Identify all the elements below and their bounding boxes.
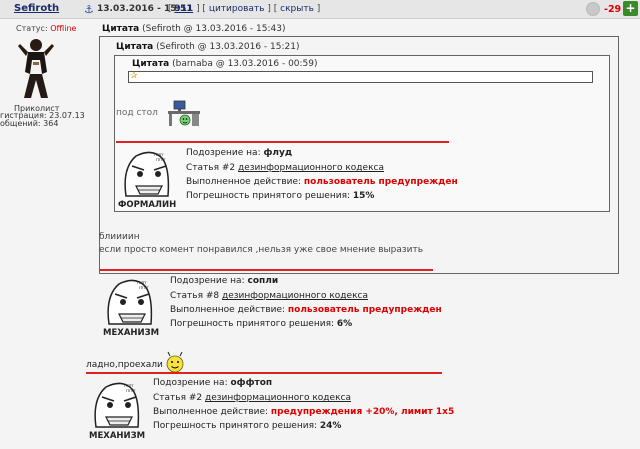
error-label: Погрешность принятого решения: xyxy=(153,421,318,431)
bracket-mid: ] [ xyxy=(196,4,206,14)
desk-smiley-icon xyxy=(168,100,200,126)
quote-header-1: Цитата (Sefiroth @ 13.03.2016 - 15:43) xyxy=(102,24,285,34)
warning-article: Статья #2 дезинформационного кодекса xyxy=(153,393,351,403)
warning-divider xyxy=(99,269,433,271)
quote-header-3: Цитата (barnaba @ 13.03.2016 - 00:59) xyxy=(132,59,318,69)
suspicion-value: флуд xyxy=(263,148,293,158)
action-label: Выполненное действие: xyxy=(170,305,286,315)
suspicion-label: Подозрение на: xyxy=(170,276,245,286)
warning-error: Погрешность принятого решения: 6% xyxy=(170,319,352,329)
post-rating: -29 xyxy=(604,4,622,15)
article-prefix: Статья #2 xyxy=(186,163,236,173)
article-link[interactable]: дезинформационного кодекса xyxy=(205,393,351,403)
moderator-badge: МЕХАНИЗМ xyxy=(103,328,160,338)
post-number-link[interactable]: 911 xyxy=(174,4,193,14)
warning-action: Выполненное действие: предупреждения +20… xyxy=(153,407,454,417)
moderator-badge: ФОРМАЛИН xyxy=(118,200,177,210)
quote-text: если просто комент понравился ,нельзя уж… xyxy=(99,245,424,255)
svg-text:rrrrrr: rrrrrr xyxy=(156,157,166,162)
suspicion-label: Подозрение на: xyxy=(186,148,261,158)
warning-action: Выполненное действие: пользователь преду… xyxy=(170,305,442,315)
quote-label: Цитата xyxy=(116,42,154,52)
quote-text: блиииин xyxy=(99,232,140,242)
article-prefix: Статья #2 xyxy=(153,393,203,403)
bracket-open: [ xyxy=(168,4,172,14)
quote-meta: (Sefiroth @ 13.03.2016 - 15:21) xyxy=(156,42,300,52)
action-value: предупреждения +20%, лимит 1х5 xyxy=(270,407,455,417)
error-label: Погрешность принятого решения: xyxy=(170,319,335,329)
warning-error: Погрешность принятого решения: 24% xyxy=(153,421,341,431)
warning-suspicion: Подозрение на: оффтоп xyxy=(153,378,272,388)
bracket-close: ] xyxy=(316,4,321,14)
error-value: 6% xyxy=(336,319,353,329)
warning-error: Погрешность принятого решения: 15% xyxy=(186,191,374,201)
avatar xyxy=(18,39,54,98)
quote-label: Цитата xyxy=(102,24,140,34)
warning-article: Статья #2 дезинформационного кодекса xyxy=(186,163,384,173)
plus-vote-button[interactable]: + xyxy=(623,1,638,16)
warning-suspicion: Подозрение на: флуд xyxy=(186,148,292,158)
quote-header-2: Цитата (Sefiroth @ 13.03.2016 - 15:21) xyxy=(116,42,299,52)
bracket-mid: ] [ xyxy=(267,4,278,14)
suspicion-value: сопли xyxy=(247,276,279,286)
error-value: 15% xyxy=(352,191,375,201)
warning-action: Выполненное действие: пользователь преду… xyxy=(186,177,458,187)
article-link[interactable]: дезинформационного кодекса xyxy=(222,291,368,301)
suspicion-label: Подозрение на: xyxy=(153,378,228,388)
quote-meta: (barnaba @ 13.03.2016 - 00:59) xyxy=(172,59,318,69)
status-value: Offline xyxy=(50,24,77,33)
star-icon: ✰ xyxy=(130,71,138,81)
svg-text:rrrrrr: rrrrrr xyxy=(126,388,136,393)
error-value: 24% xyxy=(319,421,342,431)
action-label: Выполненное действие: xyxy=(153,407,269,417)
action-value: пользователь предупрежден xyxy=(287,305,442,315)
moderator-badge: МЕХАНИЗМ xyxy=(89,431,146,441)
status-label: Статус: xyxy=(16,24,48,33)
warning-article: Статья #8 дезинформационного кодекса xyxy=(170,291,368,301)
warning-divider xyxy=(116,141,449,143)
anchor-icon[interactable]: ⚓ xyxy=(84,3,94,16)
minus-vote-button[interactable] xyxy=(586,2,600,16)
user-messages: общений: 364 xyxy=(0,119,59,128)
action-label: Выполненное действие: xyxy=(186,177,302,187)
article-link[interactable]: дезинформационного кодекса xyxy=(238,163,384,173)
warning-suspicion: Подозрение на: сопли xyxy=(170,276,278,286)
suspicion-value: оффтоп xyxy=(230,378,273,388)
author-link[interactable]: Sefiroth xyxy=(14,3,59,14)
post-text: ладно,проехали xyxy=(86,360,163,370)
warning-divider xyxy=(86,372,442,374)
hide-link[interactable]: скрыть xyxy=(280,4,314,14)
quote-text: под стол xyxy=(116,108,158,118)
article-prefix: Статья #8 xyxy=(170,291,220,301)
post-links: [ 911 ] [ цитировать ] [ скрыть ] xyxy=(168,4,320,14)
quote-label: Цитата xyxy=(132,59,170,69)
action-value: пользователь предупрежден xyxy=(303,177,458,187)
rage-face-icon: rrrrrr rrrrrr xyxy=(107,279,153,325)
quote-link[interactable]: цитировать xyxy=(209,4,265,14)
user-status: Статус: Offline xyxy=(16,24,76,33)
rage-face-icon: rrrrrr rrrrrr xyxy=(94,382,140,428)
quote-meta: (Sefiroth @ 13.03.2016 - 15:43) xyxy=(142,24,286,34)
svg-text:rrrrrr: rrrrrr xyxy=(139,285,149,290)
quote-box-3 xyxy=(128,71,593,83)
rage-face-icon: rrrrrr rrrrrr xyxy=(124,151,170,197)
smiley-icon xyxy=(166,351,184,373)
error-label: Погрешность принятого решения: xyxy=(186,191,351,201)
